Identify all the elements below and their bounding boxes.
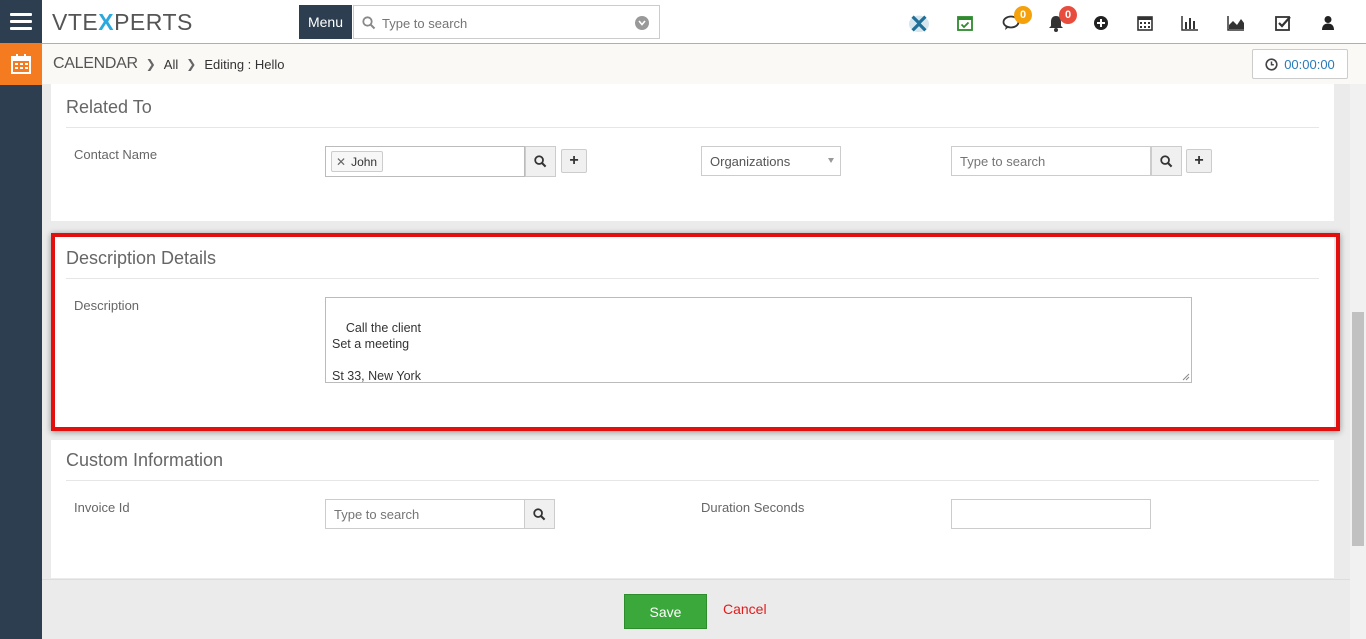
- vtiger-x-icon[interactable]: [908, 12, 930, 34]
- divider: [66, 278, 1319, 279]
- description-text: Call the client Set a meeting St 33, New…: [332, 321, 421, 383]
- calendar-icon: [11, 54, 31, 74]
- organizations-select[interactable]: Organizations: [701, 146, 841, 176]
- resize-handle-icon[interactable]: [1182, 373, 1190, 381]
- contact-name-input[interactable]: ✕ John: [325, 146, 525, 177]
- bell-icon[interactable]: 0: [1045, 6, 1077, 34]
- search-icon: [534, 155, 547, 168]
- breadcrumb-module[interactable]: CALENDAR: [53, 55, 138, 73]
- logo[interactable]: VTEXPERTS: [52, 9, 193, 36]
- invoice-id-input[interactable]: [325, 499, 525, 529]
- form-footer: Save Cancel: [42, 579, 1350, 639]
- duration-seconds-input[interactable]: [951, 499, 1151, 529]
- breadcrumb: CALENDAR ❯ All ❯ Editing : Hello: [53, 55, 285, 73]
- invoice-search-button[interactable]: [524, 499, 555, 529]
- checkbox-icon[interactable]: [1272, 12, 1294, 34]
- breadcrumb-all[interactable]: All: [164, 57, 178, 72]
- chevron-right-icon: ❯: [145, 57, 156, 71]
- organization-search-input[interactable]: [951, 146, 1151, 176]
- search-icon: [533, 507, 546, 520]
- plus-icon: +: [569, 152, 579, 169]
- calendar-grid-icon[interactable]: [1134, 12, 1156, 34]
- chat-icon[interactable]: 0: [1000, 6, 1032, 34]
- menu-button[interactable]: Menu: [299, 5, 352, 39]
- close-icon[interactable]: ✕: [336, 155, 346, 169]
- organizations-select-value: Organizations: [710, 153, 791, 169]
- divider: [66, 127, 1319, 128]
- bell-badge: 0: [1059, 6, 1077, 24]
- search-input[interactable]: [382, 13, 622, 33]
- save-button[interactable]: Save: [624, 594, 707, 629]
- chevron-right-icon: ❯: [186, 57, 197, 71]
- related-to-title: Related To: [66, 97, 152, 117]
- contact-tag: ✕ John: [331, 151, 384, 172]
- description-details-title: Description Details: [66, 248, 217, 268]
- user-icon[interactable]: [1317, 12, 1339, 34]
- description-textarea[interactable]: Call the client Set a meeting St 33, New…: [325, 297, 1192, 383]
- top-bar: VTEXPERTS Menu 0 0: [42, 0, 1366, 44]
- divider: [66, 480, 1319, 481]
- clock-icon: [1265, 57, 1278, 71]
- section-gap: [51, 428, 1334, 440]
- organization-search-button[interactable]: [1151, 146, 1182, 176]
- area-chart-icon[interactable]: [1225, 12, 1247, 34]
- breadcrumb-bar: CALENDAR ❯ All ❯ Editing : Hello 00:00:0…: [42, 44, 1366, 84]
- left-rail: [0, 0, 42, 639]
- breadcrumb-current: Editing : Hello: [204, 56, 285, 72]
- hamburger-icon[interactable]: [0, 0, 42, 42]
- chevron-down-icon[interactable]: [635, 16, 649, 30]
- contact-tag-label: John: [351, 154, 378, 169]
- task-calendar-icon[interactable]: [954, 12, 976, 34]
- duration-seconds-label: Duration Seconds: [701, 500, 805, 515]
- chevron-down-icon: [828, 158, 834, 163]
- section-gap: [51, 221, 1334, 233]
- custom-information-title: Custom Information: [66, 450, 224, 470]
- add-contact-button[interactable]: +: [561, 149, 587, 173]
- scrollbar[interactable]: [1350, 84, 1366, 639]
- edit-form: Related To Contact Name ✕ John + Organiz…: [51, 84, 1334, 578]
- bar-chart-icon[interactable]: [1179, 12, 1201, 34]
- search-icon: [362, 16, 376, 30]
- plus-icon: +: [1194, 152, 1204, 169]
- global-search[interactable]: [353, 5, 660, 39]
- contact-search-button[interactable]: [525, 146, 556, 177]
- invoice-id-label: Invoice Id: [74, 500, 130, 515]
- scrollbar-thumb[interactable]: [1352, 312, 1364, 546]
- calendar-module-tile[interactable]: [0, 43, 42, 85]
- timer-button[interactable]: 00:00:00: [1252, 49, 1348, 79]
- cancel-link[interactable]: Cancel: [723, 601, 767, 617]
- contact-name-label: Contact Name: [74, 147, 158, 162]
- search-icon: [1160, 154, 1173, 167]
- chat-badge: 0: [1014, 6, 1032, 24]
- timer-value: 00:00:00: [1284, 56, 1335, 72]
- description-label: Description: [74, 298, 140, 313]
- add-organization-button[interactable]: +: [1186, 149, 1212, 173]
- plus-circle-icon[interactable]: [1090, 12, 1112, 34]
